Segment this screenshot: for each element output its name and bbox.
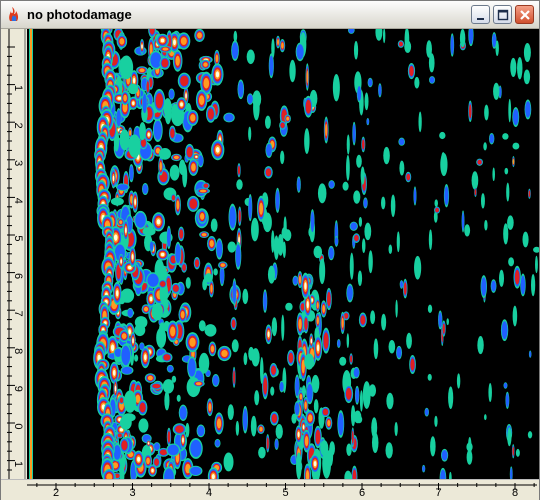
x-tick-label: 7 [435, 487, 441, 499]
x-tick-label: 6 [359, 487, 365, 499]
x-tick-label: 3 [129, 487, 135, 499]
y-tick-label: 1 [12, 461, 24, 467]
intensity-map[interactable] [27, 29, 539, 479]
title-bar[interactable]: no photodamage [1, 1, 539, 29]
x-tick-label: 2 [53, 487, 59, 499]
maximize-button[interactable] [493, 5, 512, 24]
close-button[interactable] [515, 5, 534, 24]
y-tick-label: 9 [12, 386, 24, 392]
x-tick-label: 8 [512, 487, 518, 499]
app-window: no photodamage 1 2 3 4 5 6 7 8 9 0 1 2 3 4 5 6 7 8 [0, 0, 540, 500]
y-tick-label: 8 [12, 348, 24, 354]
y-tick-label: 7 [12, 311, 24, 317]
y-tick-label: 4 [12, 198, 24, 204]
maximize-icon [497, 9, 509, 21]
horizontal-ruler: 2 3 4 5 6 7 8 [1, 479, 539, 500]
minimize-icon [477, 18, 484, 20]
y-tick-label: 5 [12, 235, 24, 241]
y-tick-label: 0 [12, 423, 24, 429]
fire-flame-icon [9, 7, 19, 21]
y-tick-label: 6 [12, 273, 24, 279]
x-tick-label: 5 [282, 487, 288, 499]
y-tick-label: 1 [12, 85, 24, 91]
minimize-button[interactable] [471, 5, 490, 24]
y-tick-label: 3 [12, 160, 24, 166]
x-tick-label: 4 [206, 487, 212, 499]
window-title: no photodamage [27, 7, 132, 22]
close-icon [520, 10, 530, 20]
y-tick-label: 2 [12, 123, 24, 129]
vertical-ruler: 1 2 3 4 5 6 7 8 9 0 1 [1, 29, 28, 479]
